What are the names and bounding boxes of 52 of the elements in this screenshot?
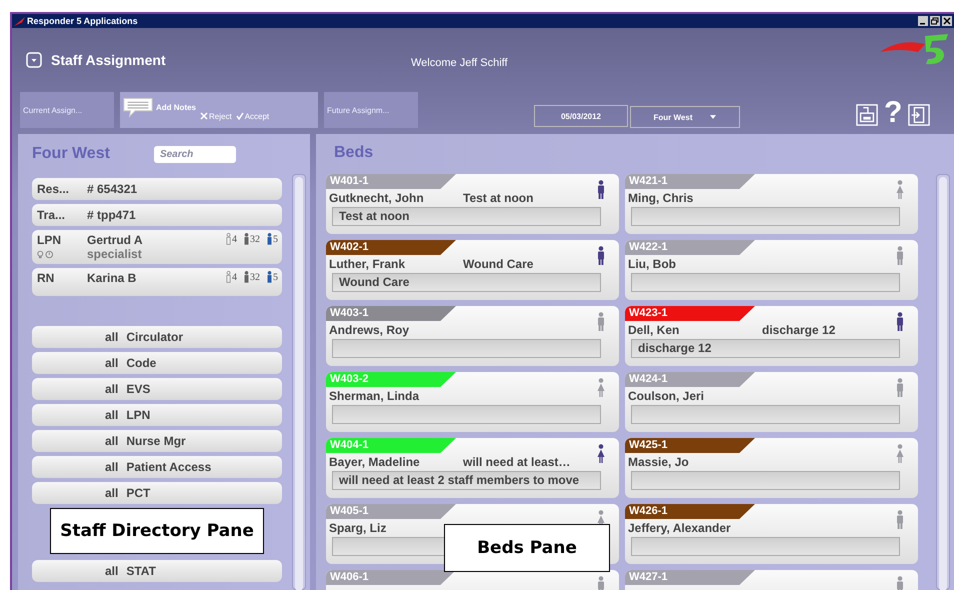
patient-name: Jeffery, Alexander bbox=[628, 521, 732, 535]
staff-role: RN bbox=[37, 271, 56, 285]
patient-name: Sherman, Linda bbox=[329, 389, 420, 403]
staff-name: Karina B bbox=[87, 271, 136, 285]
count-text: 4 bbox=[232, 234, 237, 244]
window-title: Responder 5 Applications bbox=[27, 16, 138, 26]
bed-label: W405-1 bbox=[326, 504, 456, 519]
bed-label: W424-1 bbox=[625, 372, 755, 387]
patient-name: Bayer, Madeline bbox=[329, 455, 421, 469]
patient-name: Andrews, Roy bbox=[329, 323, 410, 337]
bed-label: W426-1 bbox=[625, 504, 755, 519]
bed-label: W402-1 bbox=[326, 240, 456, 255]
count-text: 5 bbox=[273, 272, 278, 282]
bed-label: W401-1 bbox=[326, 174, 456, 189]
patient-name: Liu, Bob bbox=[628, 257, 677, 271]
page-title: Staff Assignment bbox=[51, 52, 167, 68]
patient-name: Ming, Chris bbox=[628, 191, 694, 205]
callout-label: Staff Directory Pane bbox=[50, 508, 264, 554]
bed-label: W406-1 bbox=[326, 570, 456, 585]
patient-name: Gutknecht, John bbox=[329, 191, 425, 205]
note-preview: discharge 12 bbox=[762, 323, 836, 337]
bed-label: W422-1 bbox=[625, 240, 755, 255]
patient-name: Massie, Jo bbox=[628, 455, 690, 469]
row-label: Res... bbox=[37, 182, 70, 196]
count-text: 4 bbox=[232, 272, 237, 282]
patient-name: Sparg, Liz bbox=[329, 521, 388, 535]
count-text: 32 bbox=[250, 272, 260, 282]
staff-role: LPN bbox=[37, 233, 62, 247]
patient-name: Coulson, Jeri bbox=[628, 389, 706, 403]
staff-name: Gertrud A bbox=[87, 233, 143, 247]
count-text: 32 bbox=[250, 234, 260, 244]
patient-name: Dell, Ken bbox=[628, 323, 680, 337]
bed-label: W403-2 bbox=[326, 372, 456, 387]
note-preview: Test at noon bbox=[463, 191, 534, 205]
pane-title: Beds bbox=[334, 144, 374, 161]
bed-label: W421-1 bbox=[625, 174, 755, 189]
row-value: # 654321 bbox=[87, 182, 138, 196]
bed-label: W425-1 bbox=[625, 438, 755, 453]
bed-label: W404-1 bbox=[326, 438, 456, 453]
bed-label: W427-1 bbox=[625, 570, 755, 585]
patient-name: Luther, Frank bbox=[329, 257, 406, 271]
callout-tooltip: Beds Pane bbox=[444, 524, 610, 572]
welcome-text: Welcome Jeff Schiff bbox=[411, 57, 508, 69]
pane-title: Four West bbox=[32, 145, 110, 163]
note-preview: will need at least… bbox=[463, 455, 570, 469]
note-preview: Wound Care bbox=[463, 257, 534, 271]
row-value: # tpp471 bbox=[87, 208, 136, 222]
count-text: 5 bbox=[273, 234, 278, 244]
bed-label: W423-1 bbox=[625, 306, 755, 321]
row-label: Tra... bbox=[37, 208, 66, 222]
staff-specialty: specialist bbox=[87, 247, 143, 261]
bed-label: W403-1 bbox=[326, 306, 456, 321]
